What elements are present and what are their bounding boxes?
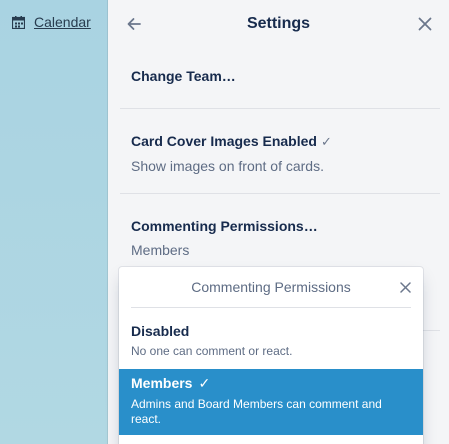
commenting-permissions-popover: Commenting Permissions Disabled No one c… [119,267,423,444]
board-background [0,0,108,444]
option-title: Members [131,375,193,391]
popover-header: Commenting Permissions [131,267,411,308]
close-icon [399,281,411,293]
back-button[interactable] [122,12,146,36]
check-icon: ✓ [198,375,211,391]
check-icon: ✓ [320,134,332,149]
commenting-permissions-option[interactable]: Commenting Permissions… Members [131,218,441,258]
settings-header: Settings [108,0,449,48]
commenting-permissions-label: Commenting Permissions… [131,218,318,234]
permission-option-disabled[interactable]: Disabled No one can comment or react. [119,317,423,369]
card-covers-description: Show images on front of cards. [131,158,324,174]
arrow-left-icon [127,18,141,30]
calendar-label[interactable]: Calendar [34,14,91,30]
calendar-icon [12,15,25,29]
option-description: No one can comment or react. [131,344,293,358]
close-icon [418,17,432,31]
settings-title: Settings [246,15,311,32]
calendar-link[interactable]: Calendar [12,14,91,30]
option-description: Admins and Board Members can comment and… [131,397,382,426]
option-title: Disabled [131,323,190,339]
change-team-option[interactable]: Change Team… [131,68,441,84]
popover-title: Commenting Permissions [191,279,351,295]
permission-option-members[interactable]: Members ✓ Admins and Board Members can co… [119,369,423,435]
close-settings-button[interactable] [413,12,437,36]
divider [120,193,440,194]
change-team-label: Change Team… [131,68,236,84]
commenting-permissions-value: Members [131,242,190,258]
close-popover-button[interactable] [397,279,413,295]
divider [120,108,440,109]
card-covers-label: Card Cover Images Enabled [131,133,317,149]
card-covers-option[interactable]: Card Cover Images Enabled ✓ Show images o… [131,133,441,174]
